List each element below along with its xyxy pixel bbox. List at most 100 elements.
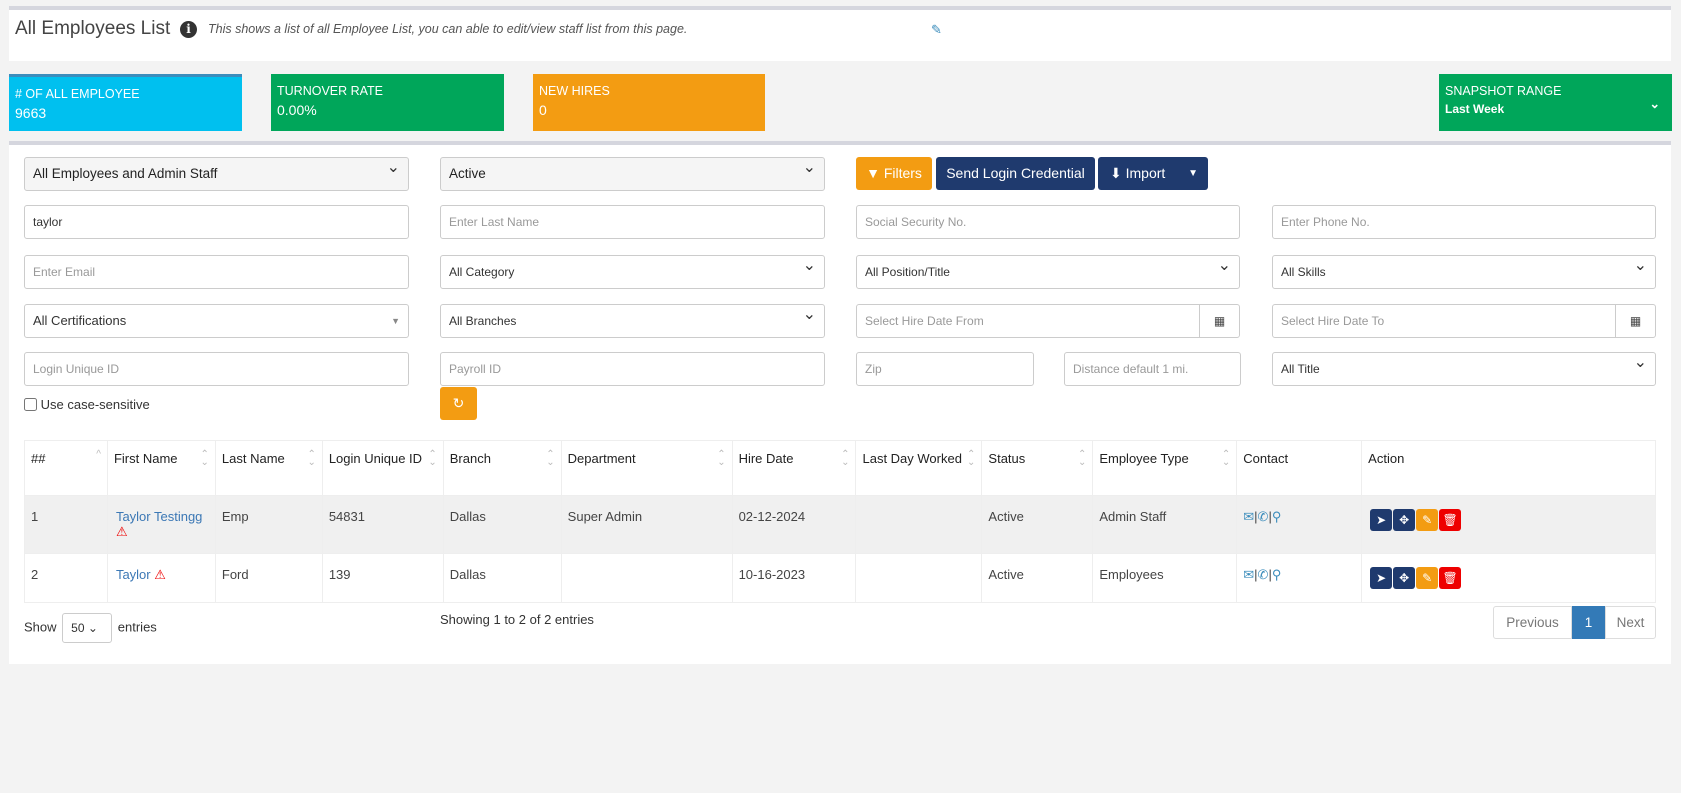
filters-button[interactable]: ▼ Filters: [856, 157, 932, 190]
sort-icon[interactable]: ⌃ ⌄: [717, 450, 725, 468]
sort-icon[interactable]: ⌃ ⌄: [201, 450, 209, 468]
cell-text: 2: [31, 567, 39, 582]
column-header[interactable]: Last Day Worked ⌃ ⌄: [855, 440, 983, 496]
hire-date-from-input[interactable]: Select Hire Date From ▦: [856, 304, 1240, 338]
cell-dept: [560, 553, 733, 603]
calendar-icon[interactable]: ▦: [1199, 305, 1239, 337]
move-icon[interactable]: ✥: [1393, 509, 1416, 531]
column-header[interactable]: ## ^: [24, 440, 108, 496]
delete-icon[interactable]: 🗑: [1439, 509, 1462, 531]
last-name-input[interactable]: Enter Last Name: [440, 205, 825, 239]
column-header[interactable]: First Name ⌃ ⌄: [106, 440, 216, 496]
stat-label: # OF ALL EMPLOYEE: [15, 87, 140, 101]
cell-text: Super Admin: [567, 509, 643, 524]
stat-card-turnover[interactable]: TURNOVER RATE 0.00%: [271, 74, 504, 131]
edit-icon[interactable]: ✎: [1416, 567, 1439, 589]
employee-name-link[interactable]: Taylor Testingg: [116, 509, 202, 524]
map-marker-icon[interactable]: ⚲: [1272, 567, 1282, 582]
sort-icon[interactable]: ⌃ ⌄: [1222, 450, 1230, 468]
first-name-input[interactable]: taylor: [24, 205, 409, 239]
cell-text: Employees: [1099, 567, 1164, 582]
edit-icon[interactable]: ✎: [931, 22, 942, 38]
send-icon[interactable]: ➤: [1370, 509, 1393, 531]
previous-page-button[interactable]: Previous: [1493, 606, 1572, 639]
payroll-id-input[interactable]: Payroll ID: [440, 352, 825, 386]
employee-group-select[interactable]: All Employees and Admin Staff: [24, 152, 409, 191]
case-sensitive-checkbox[interactable]: [24, 398, 37, 411]
column-header[interactable]: Department ⌃ ⌄: [560, 440, 733, 496]
reset-button[interactable]: ↻: [440, 387, 477, 420]
cell-text: Dallas: [449, 567, 486, 582]
phone-icon[interactable]: ✆: [1258, 567, 1269, 582]
filter-icon: ▼: [866, 165, 880, 181]
title-select[interactable]: All Title: [1272, 347, 1656, 386]
send-icon[interactable]: ➤: [1370, 567, 1393, 589]
sort-icon[interactable]: ⌃ ⌄: [428, 450, 436, 468]
employees-table: ## ^ First Name ⌃ ⌄ Last Name ⌃ ⌄ Login Unique I…: [24, 440, 1656, 603]
stat-card-new-hires[interactable]: NEW HIRES 0: [533, 74, 765, 131]
column-header[interactable]: Employee Type ⌃ ⌄: [1092, 440, 1238, 496]
edit-icon[interactable]: ✎: [1416, 509, 1439, 531]
column-header: Contact: [1236, 440, 1363, 496]
page-1-button[interactable]: 1: [1572, 606, 1605, 639]
snapshot-range-dropdown[interactable]: SNAPSHOT RANGE Last Week ⌄: [1439, 74, 1672, 131]
sort-icon[interactable]: ⌃ ⌄: [841, 450, 849, 468]
category-select[interactable]: All Category: [440, 250, 825, 289]
cell-contact: ✉|✆|⚲: [1236, 553, 1363, 603]
login-unique-id-input[interactable]: Login Unique ID: [24, 352, 409, 386]
cell-status: Active: [981, 495, 1094, 554]
cell-text: Dallas: [449, 509, 486, 524]
sort-icon[interactable]: ⌃ ⌄: [307, 450, 315, 468]
sort-icon[interactable]: ⌃ ⌄: [967, 450, 975, 468]
email-icon[interactable]: ✉: [1243, 509, 1254, 524]
hire-date-from-placeholder: Select Hire Date From: [865, 314, 984, 328]
email-input[interactable]: Enter Email: [24, 255, 409, 289]
move-icon[interactable]: ✥: [1393, 567, 1416, 589]
sort-asc-icon[interactable]: ^: [96, 450, 101, 460]
stat-value: 9663: [15, 105, 47, 121]
delete-icon[interactable]: 🗑: [1439, 567, 1462, 589]
caret-down-icon[interactable]: ▼: [1188, 157, 1198, 190]
position-select[interactable]: All Position/Title: [856, 250, 1240, 289]
cell-n: 1: [24, 495, 108, 554]
cell-text: 10-16-2023: [738, 567, 806, 582]
phone-icon[interactable]: ✆: [1258, 509, 1269, 524]
stat-card-all-employee[interactable]: # OF ALL EMPLOYEE 9663: [9, 74, 242, 131]
branches-select[interactable]: All Branches: [440, 299, 825, 338]
calendar-icon[interactable]: ▦: [1615, 305, 1655, 337]
phone-input[interactable]: Enter Phone No.: [1272, 205, 1656, 239]
ssn-input[interactable]: Social Security No.: [856, 205, 1240, 239]
chevron-down-icon: ⌄: [1649, 97, 1660, 111]
employee-name-link[interactable]: Taylor: [116, 567, 151, 582]
table-row: 2 Taylor ⚠ Ford 139 Dallas 10-16-2023 Active Em…: [24, 553, 1656, 603]
cell-lastday: [855, 495, 983, 554]
distance-input[interactable]: Distance default 1 mi.: [1064, 352, 1241, 386]
hire-date-to-input[interactable]: Select Hire Date To ▦: [1272, 304, 1656, 338]
column-header[interactable]: Branch ⌃ ⌄: [442, 440, 562, 496]
cell-text: 1: [31, 509, 39, 524]
send-login-credential-button[interactable]: Send Login Credential: [936, 157, 1095, 190]
page-size-select[interactable]: 50 ⌄: [62, 613, 113, 643]
column-header[interactable]: Login Unique ID ⌃ ⌄: [321, 440, 444, 496]
email-icon[interactable]: ✉: [1243, 567, 1254, 582]
sort-icon[interactable]: ⌃ ⌄: [546, 450, 554, 468]
zip-input[interactable]: Zip: [856, 352, 1034, 386]
next-page-button[interactable]: Next: [1605, 606, 1656, 639]
stat-label: NEW HIRES: [539, 84, 610, 98]
column-header[interactable]: Last Name ⌃ ⌄: [214, 440, 323, 496]
case-sensitive-option[interactable]: Use case-sensitive: [24, 397, 150, 412]
skills-select[interactable]: All Skills: [1272, 250, 1656, 289]
import-button[interactable]: ⬇ Import ▼: [1098, 157, 1208, 190]
download-icon: ⬇: [1110, 165, 1122, 181]
status-select[interactable]: Active: [440, 152, 825, 191]
filters-label: Filters: [883, 165, 922, 181]
column-header[interactable]: Status ⌃ ⌄: [981, 440, 1094, 496]
column-header-label: Contact: [1243, 451, 1289, 466]
page-size-value: 50: [71, 621, 85, 635]
sort-icon[interactable]: ⌃ ⌄: [1078, 450, 1086, 468]
column-header[interactable]: Hire Date ⌃ ⌄: [731, 440, 857, 496]
snapshot-label: SNAPSHOT RANGE: [1445, 84, 1562, 98]
certifications-select[interactable]: All Certifications ▼: [24, 304, 409, 338]
map-marker-icon[interactable]: ⚲: [1272, 509, 1282, 524]
hire-date-to-placeholder: Select Hire Date To: [1281, 314, 1385, 328]
